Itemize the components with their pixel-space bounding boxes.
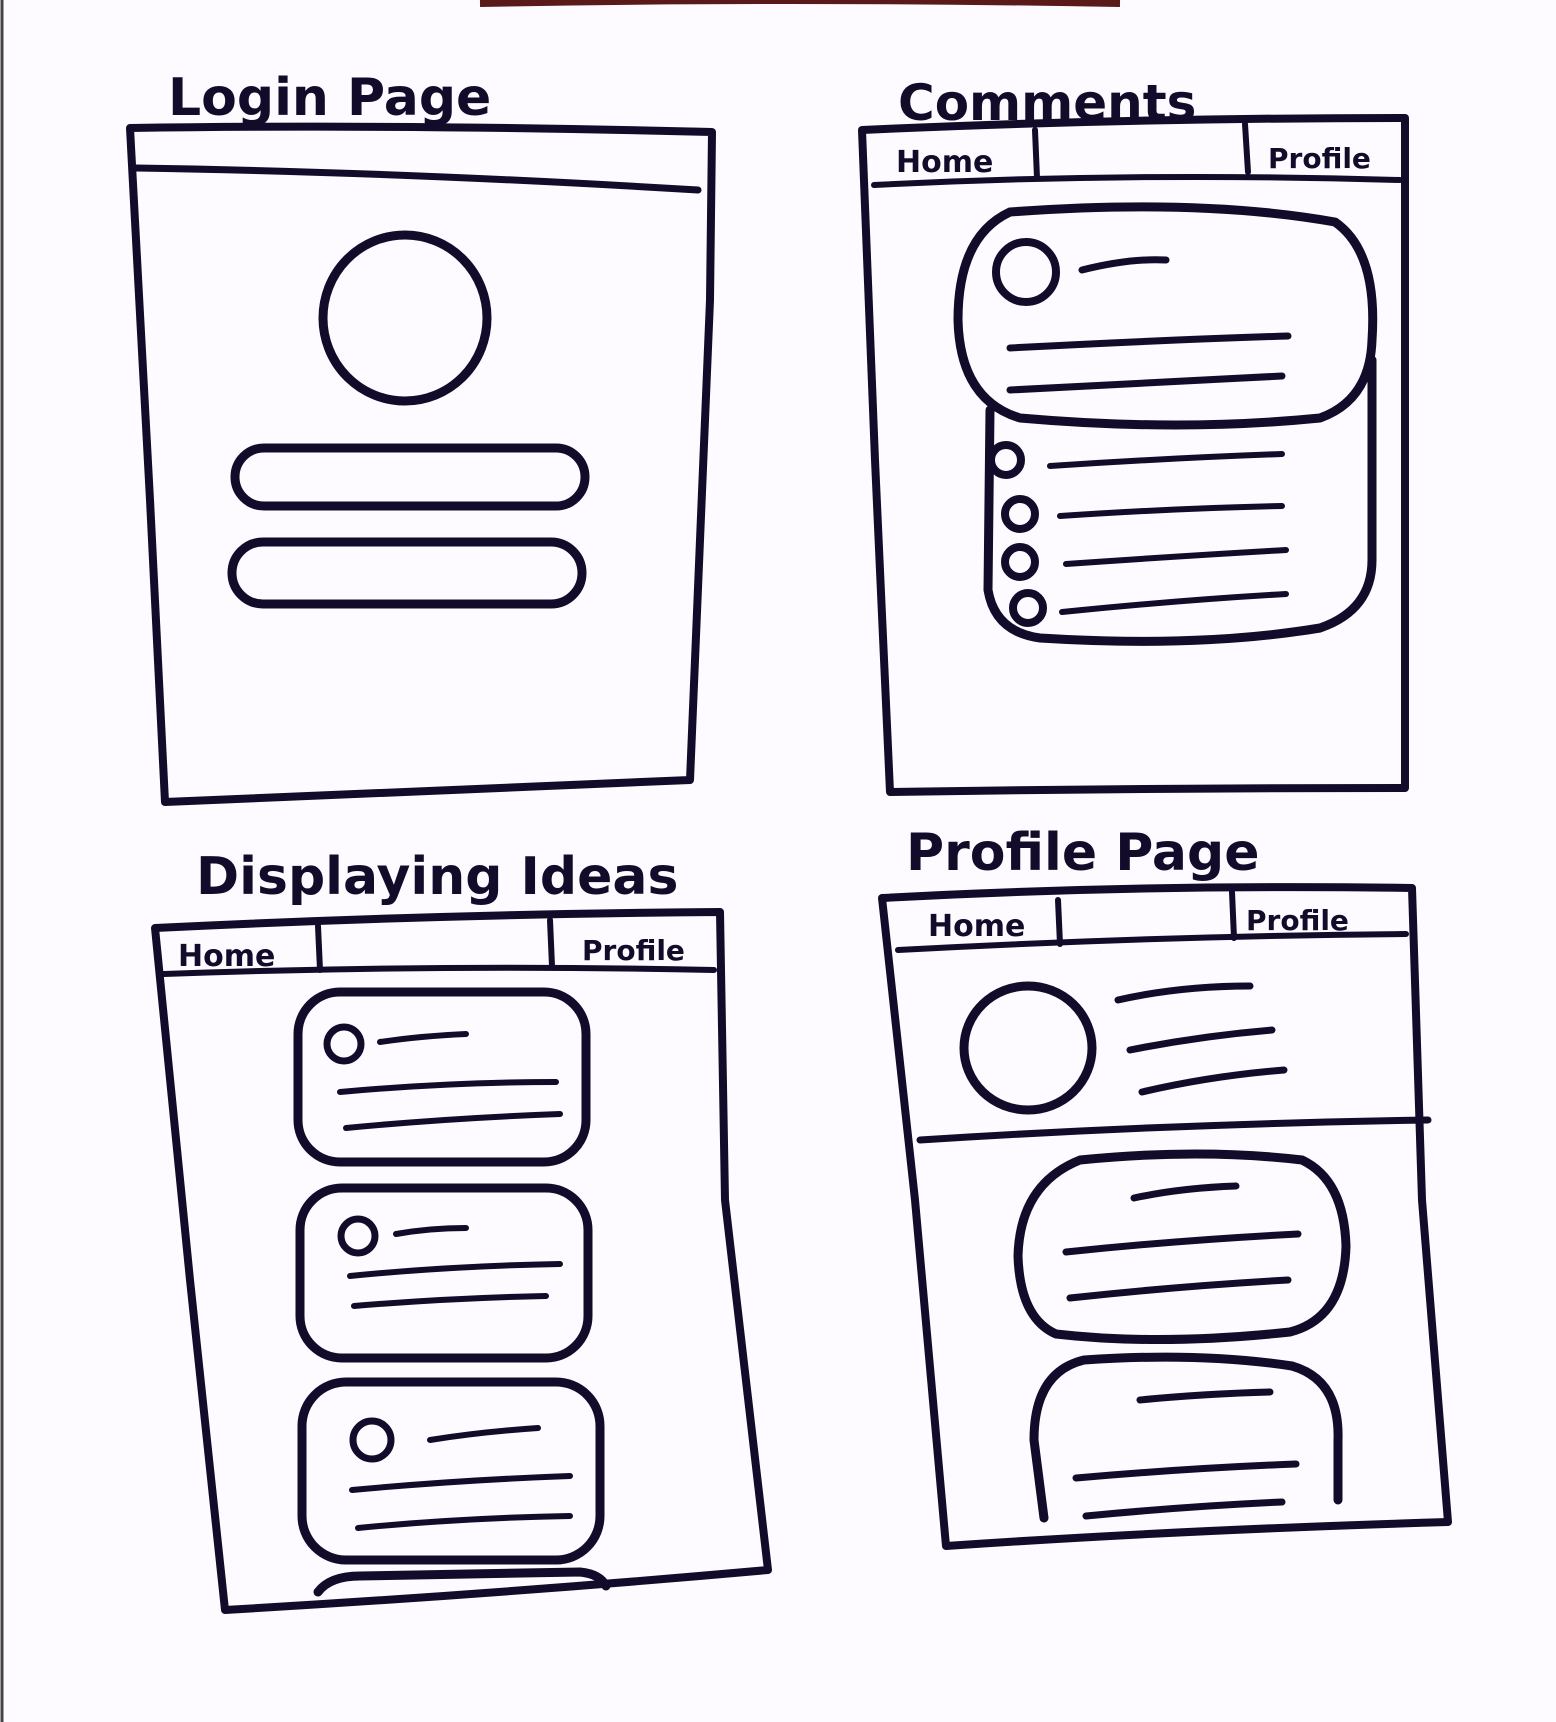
idea-card-1-author-line bbox=[377, 1031, 469, 1045]
login-username-field[interactable] bbox=[230, 443, 590, 511]
idea-card-1-text-line-1 bbox=[337, 1079, 559, 1095]
login-page-title: Login Page bbox=[168, 68, 491, 128]
paper-top-edge bbox=[479, 0, 1121, 7]
comment-1-text-line bbox=[1047, 451, 1285, 469]
profile-post-card-2[interactable] bbox=[1029, 1352, 1343, 1523]
login-header-line bbox=[132, 164, 702, 194]
profile-post-card-1-text-line-2 bbox=[1066, 1276, 1292, 1302]
comment-4-avatar-icon bbox=[1009, 589, 1047, 627]
profile-post-card-2-text-line-1 bbox=[1072, 1460, 1300, 1482]
profile-post-card-1[interactable] bbox=[1013, 1149, 1351, 1345]
comments-nav-divider-right bbox=[1242, 121, 1251, 175]
profile-page-title: Profile Page bbox=[906, 823, 1260, 883]
login-frame bbox=[126, 122, 716, 806]
profile-page-sketch: Profile Page Home Profile bbox=[878, 823, 1452, 1550]
profile-info-line-1 bbox=[1114, 982, 1254, 1004]
idea-card-2-text-line-1 bbox=[347, 1261, 563, 1279]
wireframe-sketch-sheet: Login Page Comments Home Profile Display… bbox=[0, 0, 1452, 1722]
login-avatar-circle bbox=[318, 230, 492, 406]
ideas-nav-profile[interactable]: Profile bbox=[582, 934, 685, 967]
ideas-frame bbox=[151, 908, 772, 1614]
idea-card-3-text-line-1 bbox=[349, 1473, 573, 1493]
idea-card-1[interactable] bbox=[293, 987, 591, 1167]
comment-1-avatar-icon bbox=[987, 441, 1025, 479]
login-page-sketch: Login Page bbox=[126, 68, 716, 806]
login-password-field[interactable] bbox=[227, 537, 587, 609]
ideas-nav-home[interactable]: Home bbox=[178, 939, 275, 974]
comments-post-text-line-1 bbox=[1006, 332, 1292, 352]
idea-card-3-avatar-icon bbox=[349, 1417, 395, 1463]
profile-avatar-circle bbox=[959, 981, 1097, 1115]
profile-post-card-1-text-line-1 bbox=[1062, 1230, 1302, 1256]
comments-nav-divider-left bbox=[1032, 127, 1040, 181]
ideas-nav-divider-right bbox=[547, 917, 555, 969]
profile-nav-profile[interactable]: Profile bbox=[1246, 904, 1349, 937]
idea-card-1-avatar-icon bbox=[323, 1023, 365, 1065]
comments-sketch: Comments Home Profile bbox=[858, 74, 1409, 796]
profile-info-line-2 bbox=[1126, 1026, 1276, 1054]
idea-card-2-author-line bbox=[393, 1225, 469, 1237]
profile-info-line-3 bbox=[1138, 1066, 1288, 1096]
idea-card-3-author-line bbox=[427, 1425, 541, 1443]
idea-card-3[interactable] bbox=[297, 1377, 605, 1565]
comments-post-text-line-2 bbox=[1006, 372, 1286, 394]
profile-nav-divider-left bbox=[1055, 897, 1063, 947]
displaying-ideas-sketch: Displaying Ideas Home Profile bbox=[151, 847, 772, 1614]
comment-3-avatar-icon bbox=[1001, 543, 1039, 581]
comment-4-text-line bbox=[1059, 591, 1289, 615]
profile-post-card-2-text-line-2 bbox=[1082, 1498, 1286, 1520]
profile-frame bbox=[878, 883, 1452, 1550]
idea-card-2[interactable] bbox=[295, 1183, 593, 1363]
idea-card-2-text-line-2 bbox=[351, 1293, 549, 1309]
comments-post-author-line bbox=[1078, 256, 1170, 274]
comment-3-text-line bbox=[1063, 547, 1289, 567]
profile-post-card-1-author-line bbox=[1130, 1182, 1240, 1202]
profile-nav-divider-right bbox=[1229, 889, 1237, 941]
comments-post-avatar-icon bbox=[992, 238, 1060, 306]
comments-nav-profile[interactable]: Profile bbox=[1268, 142, 1371, 175]
idea-card-3-text-line-2 bbox=[355, 1513, 573, 1531]
comment-2-avatar-icon bbox=[1001, 495, 1039, 533]
profile-section-divider bbox=[916, 1116, 1432, 1144]
profile-post-card-2-author-line bbox=[1136, 1388, 1274, 1404]
idea-card-2-avatar-icon bbox=[337, 1215, 379, 1257]
comments-nav-home[interactable]: Home bbox=[896, 145, 993, 180]
displaying-ideas-title: Displaying Ideas bbox=[196, 847, 678, 907]
idea-card-1-text-line-2 bbox=[343, 1111, 563, 1131]
profile-nav-home[interactable]: Home bbox=[928, 909, 1025, 944]
ideas-nav-divider-left bbox=[315, 923, 323, 973]
comment-2-text-line bbox=[1057, 503, 1285, 519]
